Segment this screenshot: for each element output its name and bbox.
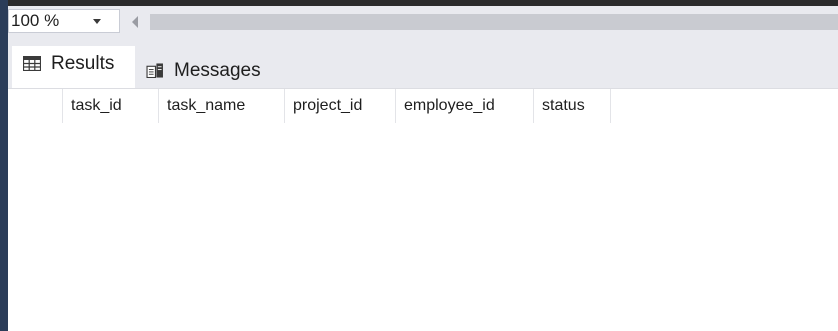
scroll-left-arrow-icon[interactable] [132, 16, 138, 28]
grid-header-row: task_id task_name project_id employee_id… [8, 89, 838, 123]
column-header-project-id[interactable]: project_id [285, 89, 396, 123]
chevron-down-icon[interactable] [93, 19, 101, 24]
zoom-dropdown[interactable]: 100 % [8, 9, 120, 33]
column-header-task-id[interactable]: task_id [63, 89, 159, 123]
grid-icon [23, 56, 41, 71]
row-selector-header[interactable] [8, 89, 63, 123]
column-header-task-name[interactable]: task_name [159, 89, 285, 123]
tab-messages[interactable]: Messages [138, 50, 288, 86]
window-left-border [0, 0, 8, 331]
results-pane: 100 % Results Messages task_id task_name… [0, 0, 838, 331]
result-tabs: Results Messages [8, 38, 838, 88]
tab-results[interactable]: Results [12, 46, 135, 88]
zoom-value: 100 % [11, 11, 60, 30]
results-grid: task_id task_name project_id employee_id… [8, 88, 838, 331]
messages-icon [146, 63, 163, 78]
column-header-status[interactable]: status [534, 89, 611, 123]
tab-results-label: Results [51, 53, 115, 74]
tab-messages-label: Messages [174, 60, 261, 81]
column-header-employee-id[interactable]: employee_id [396, 89, 534, 123]
results-toolbar: 100 % [8, 6, 838, 38]
horizontal-scrollbar[interactable] [150, 14, 838, 30]
